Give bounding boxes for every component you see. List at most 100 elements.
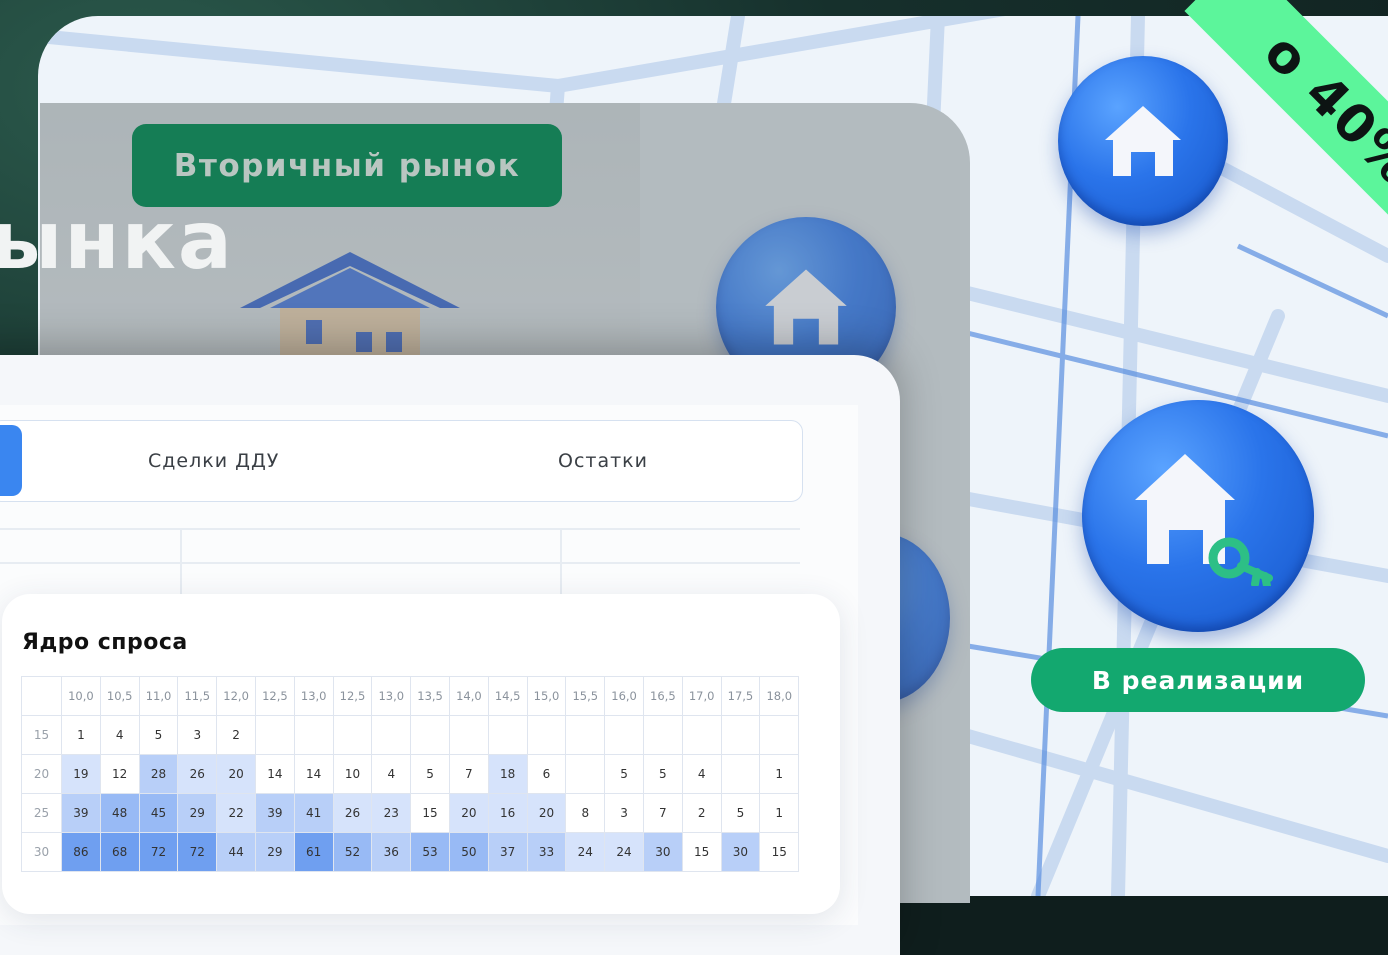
heat-cell: 5 — [410, 754, 450, 794]
heat-cell: 10 — [332, 754, 373, 794]
row-header: 30 — [21, 832, 62, 872]
column-header: 13,0 — [293, 676, 334, 716]
heat-cell: 20 — [526, 793, 567, 833]
column-header: 10,0 — [61, 676, 101, 716]
heat-cell: 20 — [448, 793, 489, 833]
heat-cell — [642, 715, 683, 755]
heat-cell: 14 — [293, 754, 334, 794]
column-header: 15,0 — [526, 676, 567, 716]
heat-cell: 3 — [177, 715, 218, 755]
table-row: 25 39 48 45 29 22 39 41 26 23 15 20 16 2… — [21, 793, 800, 833]
tab-active[interactable] — [0, 425, 22, 496]
tab-ddu-deals[interactable]: Сделки ДДУ — [148, 450, 279, 472]
column-header: 17,5 — [720, 676, 761, 716]
heat-cell: 4 — [371, 754, 412, 794]
heat-cell: 53 — [410, 832, 450, 872]
tab-bar — [0, 420, 803, 502]
heat-cell: 2 — [216, 715, 256, 755]
heat-cell: 30 — [720, 832, 761, 872]
heat-cell: 19 — [61, 754, 101, 794]
heat-cell: 29 — [177, 793, 218, 833]
heat-cell: 12 — [99, 754, 140, 794]
heat-cell — [565, 715, 606, 755]
heat-cell: 26 — [177, 754, 218, 794]
heat-cell: 50 — [448, 832, 489, 872]
column-header: 12,5 — [254, 676, 295, 716]
heat-cell: 5 — [138, 715, 179, 755]
heat-cell — [293, 715, 334, 755]
page-heading: ынка — [0, 194, 234, 287]
heat-cell: 5 — [604, 754, 644, 794]
column-header: 16,0 — [604, 676, 644, 716]
column-header: 15,5 — [565, 676, 606, 716]
heat-cell: 86 — [61, 832, 101, 872]
heat-cell: 3 — [604, 793, 644, 833]
heat-cell — [448, 715, 489, 755]
heat-cell: 18 — [487, 754, 528, 794]
heat-cell: 14 — [254, 754, 295, 794]
heat-cell — [487, 715, 528, 755]
row-header: 15 — [21, 715, 62, 755]
heat-cell: 29 — [254, 832, 295, 872]
heat-cell: 36 — [371, 832, 412, 872]
heat-cell — [410, 715, 450, 755]
heat-cell: 44 — [216, 832, 256, 872]
heat-cell: 2 — [681, 793, 722, 833]
heat-cell: 72 — [138, 832, 179, 872]
column-header: 17,0 — [681, 676, 722, 716]
heat-cell: 15 — [410, 793, 450, 833]
column-header: 11,0 — [138, 676, 179, 716]
table-corner-cell — [21, 676, 62, 716]
heat-cell: 8 — [565, 793, 606, 833]
heat-cell: 7 — [642, 793, 683, 833]
heat-cell: 22 — [216, 793, 256, 833]
heat-cell — [720, 715, 761, 755]
house-key-icon — [1135, 454, 1273, 586]
heat-cell: 1 — [759, 754, 800, 794]
heat-cell: 16 — [487, 793, 528, 833]
heat-cell: 68 — [99, 832, 140, 872]
column-header: 16,5 — [642, 676, 683, 716]
house-pin[interactable] — [1058, 56, 1228, 226]
heat-cell: 6 — [526, 754, 567, 794]
heat-cell: 4 — [99, 715, 140, 755]
heat-cell: 52 — [332, 832, 373, 872]
heat-cell: 48 — [99, 793, 140, 833]
house-icon — [1105, 106, 1181, 176]
heat-cell: 5 — [720, 793, 761, 833]
table-row: 15 1 4 5 3 2 — [21, 715, 800, 755]
table-header-row: 10,0 10,5 11,0 11,5 12,0 12,5 13,0 12,5 … — [21, 676, 800, 716]
heat-cell: 39 — [61, 793, 101, 833]
heat-cell: 20 — [216, 754, 256, 794]
heat-cell: 23 — [371, 793, 412, 833]
heat-cell: 4 — [681, 754, 722, 794]
column-header: 13,5 — [410, 676, 450, 716]
demand-heatmap-table: 10,0 10,5 11,0 11,5 12,0 12,5 13,0 12,5 … — [21, 676, 800, 872]
row-header: 20 — [21, 754, 62, 794]
heat-cell — [720, 754, 761, 794]
heat-cell: 1 — [759, 793, 800, 833]
column-header: 14,5 — [487, 676, 528, 716]
demand-core-title: Ядро спроса — [22, 630, 188, 655]
heat-cell — [526, 715, 567, 755]
heat-cell: 15 — [681, 832, 722, 872]
heat-cell: 61 — [293, 832, 334, 872]
status-badge-in-progress[interactable]: В реализации — [1031, 648, 1365, 712]
tab-remainders[interactable]: Остатки — [558, 450, 648, 472]
column-header: 12,5 — [332, 676, 373, 716]
heat-cell — [759, 715, 800, 755]
heat-cell — [681, 715, 722, 755]
heat-cell: 24 — [604, 832, 644, 872]
heat-cell: 37 — [487, 832, 528, 872]
house-key-pin[interactable] — [1082, 400, 1314, 632]
table-row: 30 86 68 72 72 44 29 61 52 36 53 50 37 3… — [21, 832, 800, 872]
heat-cell: 33 — [526, 832, 567, 872]
column-header: 11,5 — [177, 676, 218, 716]
column-header: 14,0 — [448, 676, 489, 716]
heat-cell — [604, 715, 644, 755]
table-row: 20 19 12 28 26 20 14 14 10 4 5 7 18 6 5 … — [21, 754, 800, 794]
heat-cell: 30 — [642, 832, 683, 872]
heat-cell: 28 — [138, 754, 179, 794]
heat-cell: 7 — [448, 754, 489, 794]
row-header: 25 — [21, 793, 62, 833]
